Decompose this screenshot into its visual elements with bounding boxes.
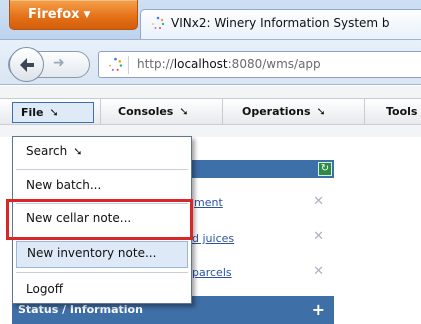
navigation-toolbar: ➜ http://localhost:8080/wms/app [0,39,421,85]
address-bar[interactable]: http://localhost:8080/wms/app [98,51,421,78]
diagonal-arrow-icon: ➘ [179,105,189,118]
menu-operations-label: Operations [242,105,311,118]
expand-icon[interactable]: + [312,300,325,319]
status-title: Status / Information [18,303,143,316]
chevron-down-icon: ▼ [83,10,91,20]
firefox-menu-button[interactable]: Firefox ▼ [9,0,138,30]
red-highlight-annotation [6,199,193,240]
refresh-icon[interactable]: ↻ [318,162,332,176]
address-separator [128,56,129,74]
app-menubar-area: File ➘ Consoles ➘ Operations ➘ Tools [0,86,421,137]
browser-tab[interactable]: VINx2: Winery Information System b [140,9,421,39]
menu-consoles-label: Consoles [118,105,174,118]
panel-link-2[interactable]: d juices [192,232,234,245]
menu-item-new-inventory-note[interactable]: New inventory note... [16,241,188,268]
menu-divider [364,99,365,124]
loading-favicon-icon [152,16,165,29]
site-favicon-icon [109,57,123,71]
url-text[interactable]: http://localhost:8080/wms/app [137,57,321,71]
menu-item-search[interactable]: Search ➘ [16,139,188,166]
panel-link-3[interactable]: parcels [192,266,232,279]
back-arrow-icon [19,57,34,72]
diagonal-arrow-icon: ➘ [316,105,326,118]
back-button[interactable] [9,47,44,82]
url-path: :8080/wms/app [227,57,321,71]
menu-item-new-batch[interactable]: New batch... [16,173,188,200]
menu-item-search-label: Search [26,144,68,158]
menu-operations[interactable]: Operations ➘ [234,102,326,123]
diagonal-arrow-icon: ➘ [73,145,83,158]
menu-item-logoff[interactable]: Logoff [16,277,188,304]
close-icon[interactable]: ✕ [313,229,324,244]
menu-file[interactable]: File ➘ [12,102,94,123]
menu-tools-label: Tools [386,105,418,118]
url-host: localhost [173,57,228,71]
diagonal-arrow-icon: ➘ [49,106,59,119]
menu-tools[interactable]: Tools [378,102,417,123]
app-menubar: File ➘ Consoles ➘ Operations ➘ Tools [0,98,421,125]
panel-link-1[interactable]: ment [194,196,223,209]
url-prefix: http:// [137,57,174,71]
menu-divider [100,99,101,124]
back-forward-group: ➜ [8,47,90,82]
forward-arrow-icon[interactable]: ➜ [53,55,65,71]
menu-file-label: File [21,106,44,119]
close-icon[interactable]: ✕ [313,194,324,209]
tab-title: VINx2: Winery Information System b [171,16,390,30]
close-icon[interactable]: ✕ [313,264,324,279]
firefox-menu-label: Firefox [28,7,80,22]
menu-separator [16,272,188,273]
menu-consoles[interactable]: Consoles ➘ [110,102,189,123]
menu-divider [222,99,223,124]
menu-separator [16,169,188,170]
